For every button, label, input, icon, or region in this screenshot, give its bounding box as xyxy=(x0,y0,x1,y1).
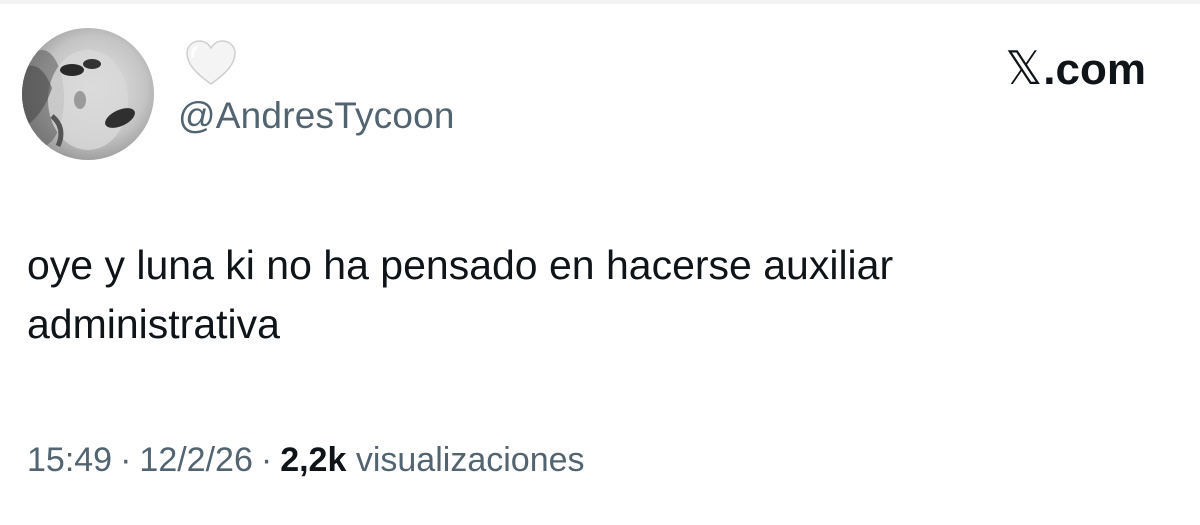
meta-separator: · xyxy=(260,441,273,479)
tweet-date[interactable]: 12/2/26 xyxy=(139,441,252,479)
tweet-meta: 15:49 · 12/2/26 · 2,2k visualizaciones xyxy=(27,441,585,480)
avatar[interactable] xyxy=(22,28,154,160)
author-handle[interactable]: @AndresTycoon xyxy=(178,95,455,137)
tweet-time[interactable]: 15:49 xyxy=(27,441,112,479)
white-heart-icon xyxy=(184,38,238,88)
tweet-text: oye y luna ki no ha pensado en hacerse a… xyxy=(27,242,894,347)
brand-suffix: .com xyxy=(1043,45,1146,94)
x-logo-icon: 𝕏 xyxy=(1005,42,1043,94)
views-count: 2,2k xyxy=(280,441,347,479)
top-divider xyxy=(0,0,1200,4)
avatar-photo xyxy=(22,28,154,160)
views-label: visualizaciones xyxy=(355,441,585,479)
x-com-watermark: 𝕏 .com xyxy=(1005,41,1146,95)
meta-separator: · xyxy=(120,441,132,479)
